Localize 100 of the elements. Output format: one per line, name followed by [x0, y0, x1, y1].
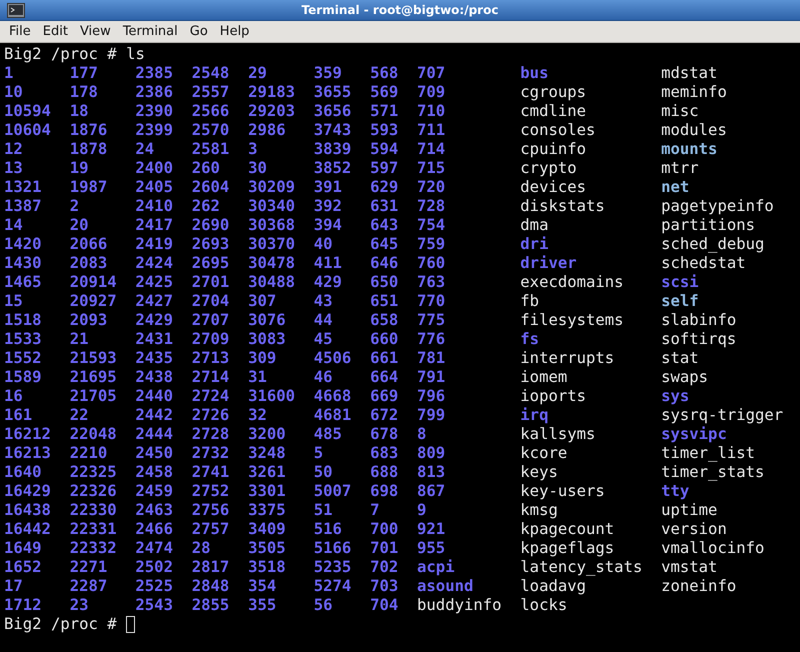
directory-name: 1465 — [4, 273, 42, 292]
file-name: loadavg — [520, 577, 586, 596]
directory-name: 594 — [370, 140, 398, 159]
directory-name: 2417 — [135, 216, 173, 235]
directory-name: 568 — [370, 64, 398, 83]
directory-name: 262 — [192, 197, 220, 216]
file-name: kpagecount — [520, 520, 614, 539]
directory-name: 2986 — [248, 121, 286, 140]
directory-name: 3301 — [248, 482, 286, 501]
directory-name: sys — [661, 387, 690, 406]
directory-name: 3375 — [248, 501, 286, 520]
directory-name: 20927 — [70, 292, 117, 311]
directory-name: 4506 — [314, 349, 352, 368]
directory-name: 3518 — [248, 558, 286, 577]
directory-name: 759 — [417, 235, 446, 254]
directory-name: 728 — [417, 197, 446, 216]
menu-item[interactable]: File — [4, 22, 36, 41]
directory-name: 3083 — [248, 330, 286, 349]
directory-name: dri — [520, 235, 548, 254]
directory-name: 43 — [314, 292, 333, 311]
directory-name: 2757 — [192, 520, 230, 539]
directory-name: 763 — [417, 273, 446, 292]
directory-name: 2424 — [135, 254, 173, 273]
file-name: slabinfo — [661, 311, 736, 330]
file-name: partitions — [661, 216, 755, 235]
directory-name: 775 — [417, 311, 446, 330]
directory-name: 13 — [4, 159, 23, 178]
directory-name: 2385 — [135, 64, 173, 83]
directory-name: 700 — [370, 520, 398, 539]
directory-name: 703 — [370, 577, 398, 596]
directory-name: 1430 — [4, 254, 42, 273]
directory-name: 3 — [248, 140, 258, 159]
directory-name: 754 — [417, 216, 446, 235]
menu-item[interactable]: View — [74, 22, 116, 41]
menu-item[interactable]: Help — [214, 22, 254, 41]
directory-name: 21593 — [70, 349, 117, 368]
directory-name: 921 — [417, 520, 446, 539]
window-title: Terminal - root@bigtwo:/proc — [302, 3, 500, 17]
terminal-icon[interactable] — [7, 2, 25, 18]
directory-name: 392 — [314, 197, 342, 216]
directory-name: 2458 — [135, 463, 173, 482]
file-name: fb — [520, 292, 540, 311]
file-name: schedstat — [661, 254, 746, 273]
directory-name: 1518 — [4, 311, 42, 330]
directory-name: 2093 — [70, 311, 108, 330]
menu-item[interactable]: Terminal — [118, 22, 183, 41]
directory-name: 8 — [417, 425, 426, 444]
directory-name: 22331 — [70, 520, 117, 539]
directory-name: 1387 — [4, 197, 42, 216]
directory-name: 569 — [370, 83, 398, 102]
directory-name: 161 — [4, 406, 32, 425]
directory-name: 631 — [370, 197, 398, 216]
directory-name: 683 — [370, 444, 398, 463]
directory-name: 629 — [370, 178, 398, 197]
file-name: diskstats — [520, 197, 605, 216]
file-name: modules — [661, 121, 727, 140]
directory-name: 2431 — [135, 330, 173, 349]
directory-name: 2581 — [192, 140, 230, 159]
directory-name: 30340 — [248, 197, 296, 216]
directory-name: 2 — [70, 197, 80, 216]
file-name: sysrq-trigger — [661, 406, 784, 425]
directory-name: 791 — [417, 368, 446, 387]
directory-name: 2438 — [135, 368, 173, 387]
directory-name: 411 — [314, 254, 342, 273]
directory-name: 5166 — [314, 539, 352, 558]
directory-name: 29 — [248, 64, 267, 83]
directory-name: 2399 — [135, 121, 173, 140]
directory-name: 661 — [370, 349, 398, 368]
directory-name: 394 — [314, 216, 342, 235]
directory-name: 3409 — [248, 520, 286, 539]
directory-name: 1552 — [4, 349, 42, 368]
directory-name: 177 — [70, 64, 98, 83]
directory-name: 2848 — [192, 577, 230, 596]
menu-item[interactable]: Go — [184, 22, 213, 41]
directory-name: 2083 — [70, 254, 108, 273]
directory-name: 2405 — [135, 178, 173, 197]
file-name: vmstat — [661, 558, 718, 577]
menu-item[interactable]: Edit — [38, 22, 73, 41]
file-name: consoles — [520, 121, 596, 140]
directory-name: 22330 — [70, 501, 117, 520]
prompt: Big2 /proc # — [4, 45, 118, 64]
directory-name: 3839 — [314, 140, 352, 159]
directory-name: 2817 — [192, 558, 230, 577]
directory-name: 1987 — [70, 178, 108, 197]
directory-name: 16213 — [4, 444, 51, 463]
directory-name: 2570 — [192, 121, 230, 140]
directory-name: 429 — [314, 273, 342, 292]
directory-name: 678 — [370, 425, 398, 444]
file-name: sched_debug — [661, 235, 764, 254]
directory-name: 1533 — [4, 330, 42, 349]
directory-name: 664 — [370, 368, 398, 387]
directory-name: 2701 — [192, 273, 230, 292]
directory-name: 10604 — [4, 121, 51, 140]
directory-name: 3261 — [248, 463, 286, 482]
directory-name: 651 — [370, 292, 398, 311]
file-name: iomem — [520, 368, 568, 387]
directory-name: 2386 — [135, 83, 173, 102]
directory-name: 714 — [417, 140, 446, 159]
directory-name: 31 — [248, 368, 267, 387]
directory-name: acpi — [417, 558, 455, 577]
